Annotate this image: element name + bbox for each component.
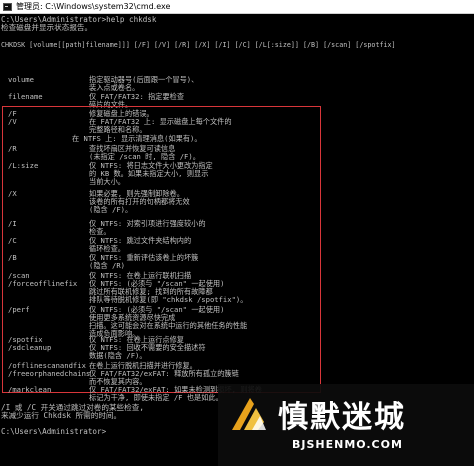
description-line: 检查磁盘并显示状态报告。 xyxy=(1,23,93,32)
option-desc: 仅 NTFS: 回收不需要的安全描述符 数据(隐含 /F)。 xyxy=(89,343,206,360)
window-titlebar[interactable]: 管理员: C:\Windows\system32\cmd.exe xyxy=(0,0,474,14)
option-desc: 仅 NTFS: (必须与 "/scan" 一起使用) 使用更多系统资源尽快完成 … xyxy=(89,305,248,338)
option-desc: 在 NTFS 上: 显示清理消息(如果有)。 xyxy=(72,134,202,143)
option-desc: 仅 NTFS: 重新评估该卷上的坏簇 (隐含 /R) xyxy=(89,253,199,270)
watermark-logo-icon xyxy=(232,398,266,430)
option-desc: 指定驱动器号(后面跟一个冒号)、 装入点或卷名。 xyxy=(89,75,199,92)
option-name: /sdcleanup xyxy=(8,343,52,352)
option-name: /B xyxy=(8,253,17,262)
option-desc: 仅 NTFS: 将日志文件大小更改为指定 的 KB 数。如果未指定大小, 则显示… xyxy=(89,161,213,186)
option-desc: 查找坏扇区并恢复可读信息 (未指定 /scan 时, 隐含 /F)。 xyxy=(89,144,200,161)
option-desc: 仅 NTFS: 对索引项进行强度较小的 检查。 xyxy=(89,219,206,236)
option-desc: 如果必要, 则先强制卸除卷。 该卷的所有打开的句柄都将无效 (隐含 /F)。 xyxy=(89,189,190,214)
usage-line: CHKDSK [volume[[path]filename]]] [/F] [/… xyxy=(1,41,396,49)
footer-line: 来减少运行 Chkdsk 所需的时间。 xyxy=(1,411,122,420)
option-name: /C xyxy=(8,236,17,245)
option-name: /V xyxy=(8,117,17,126)
option-name: volume xyxy=(8,75,34,84)
watermark-url: BJSHENMO.COM xyxy=(292,438,403,451)
watermark: 慎默迷城 BJSHENMO.COM xyxy=(218,384,474,466)
option-name: /R xyxy=(8,144,17,153)
option-name: /I xyxy=(8,219,17,228)
option-desc: 仅 NTFS: (必须与 "/scan" 一起使用) 跳过所有联机修复; 找到的… xyxy=(89,279,248,304)
option-desc: 在 FAT/FAT32 上: 显示磁盘上每个文件的 完整路径和名称。 xyxy=(89,117,232,134)
option-desc: 仅 NTFS: 跳过文件夹结构内的 循环检查。 xyxy=(89,236,192,253)
option-name: /forceofflinefix xyxy=(8,279,78,288)
option-name: filename xyxy=(8,92,43,101)
option-name: /markclean xyxy=(8,385,52,394)
watermark-title: 慎默迷城 xyxy=(278,400,406,435)
option-name: /X xyxy=(8,189,17,198)
option-name: /L:size xyxy=(8,161,39,170)
window-title: 管理员: C:\Windows\system32\cmd.exe xyxy=(16,2,171,11)
option-name: /perf xyxy=(8,305,30,314)
cmd-icon xyxy=(3,2,12,11)
command-prompt-line: C:\Users\Administrator> xyxy=(1,427,107,436)
option-desc: 仅 FAT/FAT32/exFAT: 释放所有孤立的簇链 而不恢复其内容。 xyxy=(89,369,239,386)
option-name: /freeorphanedchains xyxy=(8,369,91,378)
